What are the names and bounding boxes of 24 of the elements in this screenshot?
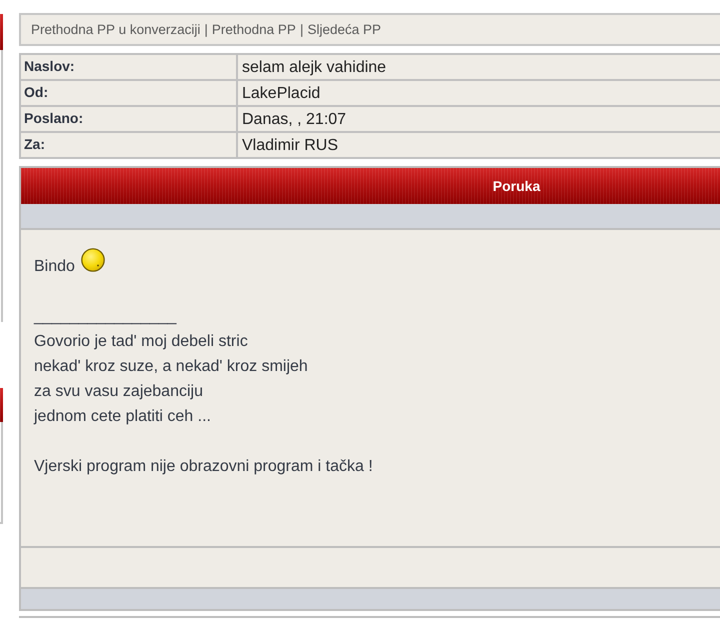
nav-separator: | [300, 22, 304, 38]
field-value: selam alejk vahidine [238, 55, 720, 80]
message-line: jednom cete platiti ceh ... [34, 407, 211, 428]
nav-separator: | [204, 22, 208, 38]
field-value: Vladimir RUS [238, 133, 720, 158]
sidebar-header-bar [0, 388, 3, 422]
message-line: ________________ [34, 307, 176, 328]
nav-link[interactable]: Prethodna PP u konverzaciji [31, 22, 200, 38]
nav-link[interactable]: Prethodna PP [212, 22, 296, 38]
message-line: Bindo [34, 257, 75, 278]
message-line: Govorio je tad' moj debeli stric [34, 332, 248, 352]
nav-link[interactable]: Sljedeća PP [307, 22, 381, 38]
sidebar-header-bar [0, 14, 3, 50]
smiley-icon [80, 248, 105, 272]
message-line: Vjerski program nije obrazovni program i tačka ! [34, 457, 373, 478]
message-line: nekad' kroz suze, a nekad' kroz smijeh [34, 357, 308, 378]
field-value: LakePlacid [238, 81, 720, 106]
field-label: Naslov: [21, 55, 236, 80]
field-label: Poslano: [21, 107, 236, 132]
field-label: Za: [21, 133, 236, 158]
message-line: za svu vasu zajebanciju [34, 382, 203, 402]
message-header: Poruka [21, 168, 720, 204]
field-value: Danas, , 21:07 [238, 107, 720, 132]
field-label: Od: [21, 81, 236, 106]
